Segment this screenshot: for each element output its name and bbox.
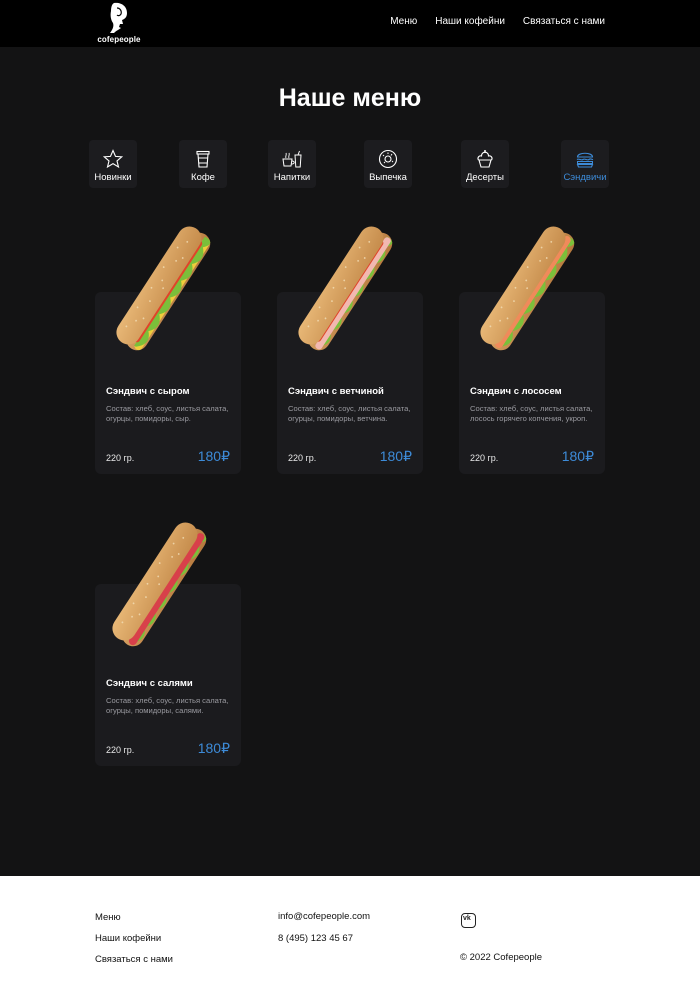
product-name: Сэндвич с сыром: [106, 386, 190, 397]
product-weight: 220 гр.: [288, 453, 317, 463]
footer-email[interactable]: info@cofepeople.com: [278, 911, 370, 922]
site-header: cofepeople Меню Наши кофейни Связаться с…: [0, 0, 700, 47]
logo[interactable]: cofepeople: [96, 2, 142, 46]
sandwich-cheese-image: [116, 226, 211, 351]
vk-icon-label: vk: [463, 915, 471, 922]
product-name: Сэндвич с ветчиной: [288, 386, 384, 397]
tab-bakery[interactable]: Выпечка: [364, 140, 412, 188]
tab-sandwiches[interactable]: Сэндвичи: [561, 140, 609, 188]
product-card[interactable]: Сэндвич с лососем Состав: хлеб, соус, ли…: [459, 226, 605, 474]
product-card[interactable]: Сэндвич с сыром Состав: хлеб, соус, лист…: [95, 226, 241, 474]
product-name: Сэндвич с салями: [106, 678, 193, 689]
footer-shops-link[interactable]: Наши кофейни: [95, 933, 161, 944]
page-title: Наше меню: [278, 84, 422, 112]
star-icon: [103, 149, 123, 169]
sandwich-salmon-image: [480, 226, 575, 351]
product-card[interactable]: Сэндвич с ветчиной Состав: хлеб, соус, л…: [277, 226, 423, 474]
tab-new-label: Новинки: [94, 172, 132, 183]
product-price: 180₽: [561, 448, 594, 464]
category-tabs: Новинки Кофе Напитки Выпечка Десерты Сэн…: [89, 140, 613, 188]
site-footer: Меню Наши кофейни Связаться с нами info@…: [0, 876, 700, 1001]
logo-face-icon: [110, 2, 127, 33]
product-description: Состав: хлеб, соус, листья салата, лосос…: [470, 404, 593, 423]
product-weight: 220 гр.: [106, 745, 135, 755]
cupcake-icon: [477, 150, 493, 168]
sandwich-ham-image: [298, 226, 393, 351]
product-card[interactable]: Сэндвич с салями Состав: хлеб, соус, лис…: [95, 522, 241, 766]
product-description: Состав: хлеб, соус, листья салата, огурц…: [106, 696, 229, 715]
nav-contact-link[interactable]: Связаться с нами: [523, 16, 605, 27]
main-nav: Меню Наши кофейни Связаться с нами: [390, 16, 605, 27]
product-price: 180₽: [197, 448, 230, 464]
footer-copyright: © 2022 Cofepeople: [460, 952, 543, 963]
product-description: Состав: хлеб, соус, листья салата, огурц…: [106, 404, 229, 423]
tab-coffee-label: Кофе: [191, 172, 215, 183]
product-name: Сэндвич с лососем: [470, 386, 562, 397]
drinks-icon: [282, 150, 302, 168]
nav-shops-link[interactable]: Наши кофейни: [435, 16, 505, 27]
tab-desserts[interactable]: Десерты: [461, 140, 509, 188]
tab-desserts-label: Десерты: [465, 172, 504, 183]
tab-coffee[interactable]: Кофе: [179, 140, 227, 188]
footer-menu-link[interactable]: Меню: [95, 912, 121, 923]
product-weight: 220 гр.: [470, 453, 499, 463]
footer-phone[interactable]: 8 (495) 123 45 67: [278, 933, 353, 944]
product-weight: 220 гр.: [106, 453, 135, 463]
tab-drinks-label: Напитки: [273, 172, 311, 183]
product-price: 180₽: [379, 448, 412, 464]
sandwich-salami-image: [112, 522, 207, 647]
tab-bakery-label: Выпечка: [369, 172, 407, 183]
burger-icon: [576, 152, 594, 168]
tab-sandwiches-label: Сэндвичи: [563, 172, 607, 183]
logo-text: cofepeople: [97, 35, 141, 44]
product-description: Состав: хлеб, соус, листья салата, огурц…: [288, 404, 411, 423]
donut-icon: [378, 149, 398, 169]
tab-new[interactable]: Новинки: [89, 140, 137, 188]
footer-contact-link[interactable]: Связаться с нами: [95, 954, 173, 965]
nav-menu-link[interactable]: Меню: [390, 16, 417, 27]
vk-icon[interactable]: vk: [461, 913, 476, 928]
product-price: 180₽: [197, 740, 230, 756]
coffee-cup-icon: [196, 150, 210, 168]
tab-drinks[interactable]: Напитки: [268, 140, 316, 188]
